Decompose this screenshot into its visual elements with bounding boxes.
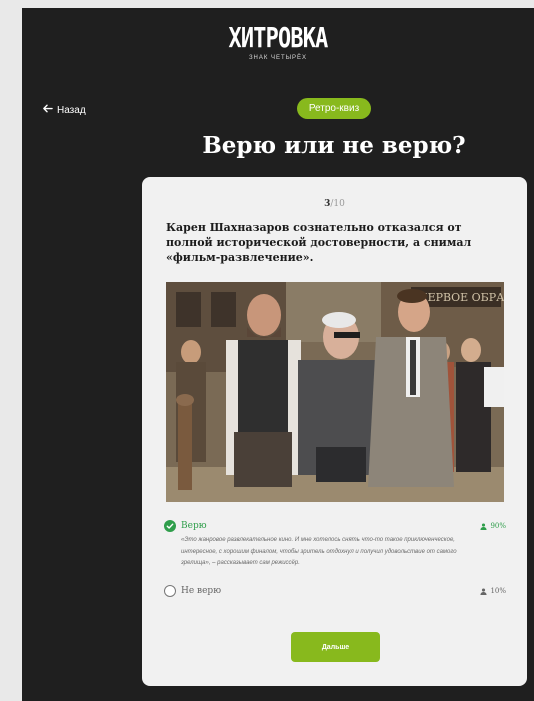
quiz-page: ХИТРОВКА ЗНАК ЧЕТЫРЁХ Назад Ретро-квиз В… xyxy=(22,8,534,701)
user-icon xyxy=(480,522,487,530)
answer-explanation: «Это жанровое развлекательное кино. И мн… xyxy=(181,537,457,566)
user-icon xyxy=(480,587,487,595)
next-button[interactable]: Дальше xyxy=(291,632,380,662)
page-title: Верю или не верю? xyxy=(202,132,466,159)
shop-sign-text: ПЕРВОЕ ОБРАЗ xyxy=(418,291,504,304)
logo-subtitle: ЗНАК ЧЕТЫРЁХ xyxy=(248,55,308,61)
answer-label-believe: Верю xyxy=(181,521,207,531)
answer-percent-disbelieve: 10% xyxy=(480,587,506,595)
answer-label-disbelieve: Не верю xyxy=(181,586,222,596)
site-logo[interactable]: ХИТРОВКА ЗНАК ЧЕТЫРЁХ xyxy=(22,21,534,62)
answer-option-believe[interactable]: Верю 90% xyxy=(164,520,506,532)
radio-empty-icon xyxy=(164,585,176,597)
counter-total: /10 xyxy=(330,199,345,209)
logo-title: ХИТРОВКА xyxy=(228,21,329,54)
answer-option-disbelieve[interactable]: Не верю 10% xyxy=(164,585,506,597)
arrow-left-icon xyxy=(42,103,53,117)
percent-value-believe: 90% xyxy=(490,522,506,530)
back-link[interactable]: Назад xyxy=(42,103,86,117)
question-text: Карен Шахназаров сознательно отказался о… xyxy=(166,221,472,264)
check-circle-icon xyxy=(164,520,176,532)
quiz-type-badge: Ретро-квиз xyxy=(297,98,371,119)
back-label: Назад xyxy=(57,104,86,116)
answer-percent-believe: 90% xyxy=(480,522,506,530)
percent-value-disbelieve: 10% xyxy=(490,587,506,595)
question-photo: ПЕРВОЕ ОБРАЗ xyxy=(166,282,504,502)
question-counter: 3/10 xyxy=(142,199,527,209)
question-card: 3/10 Карен Шахназаров сознательно отказа… xyxy=(142,177,527,686)
